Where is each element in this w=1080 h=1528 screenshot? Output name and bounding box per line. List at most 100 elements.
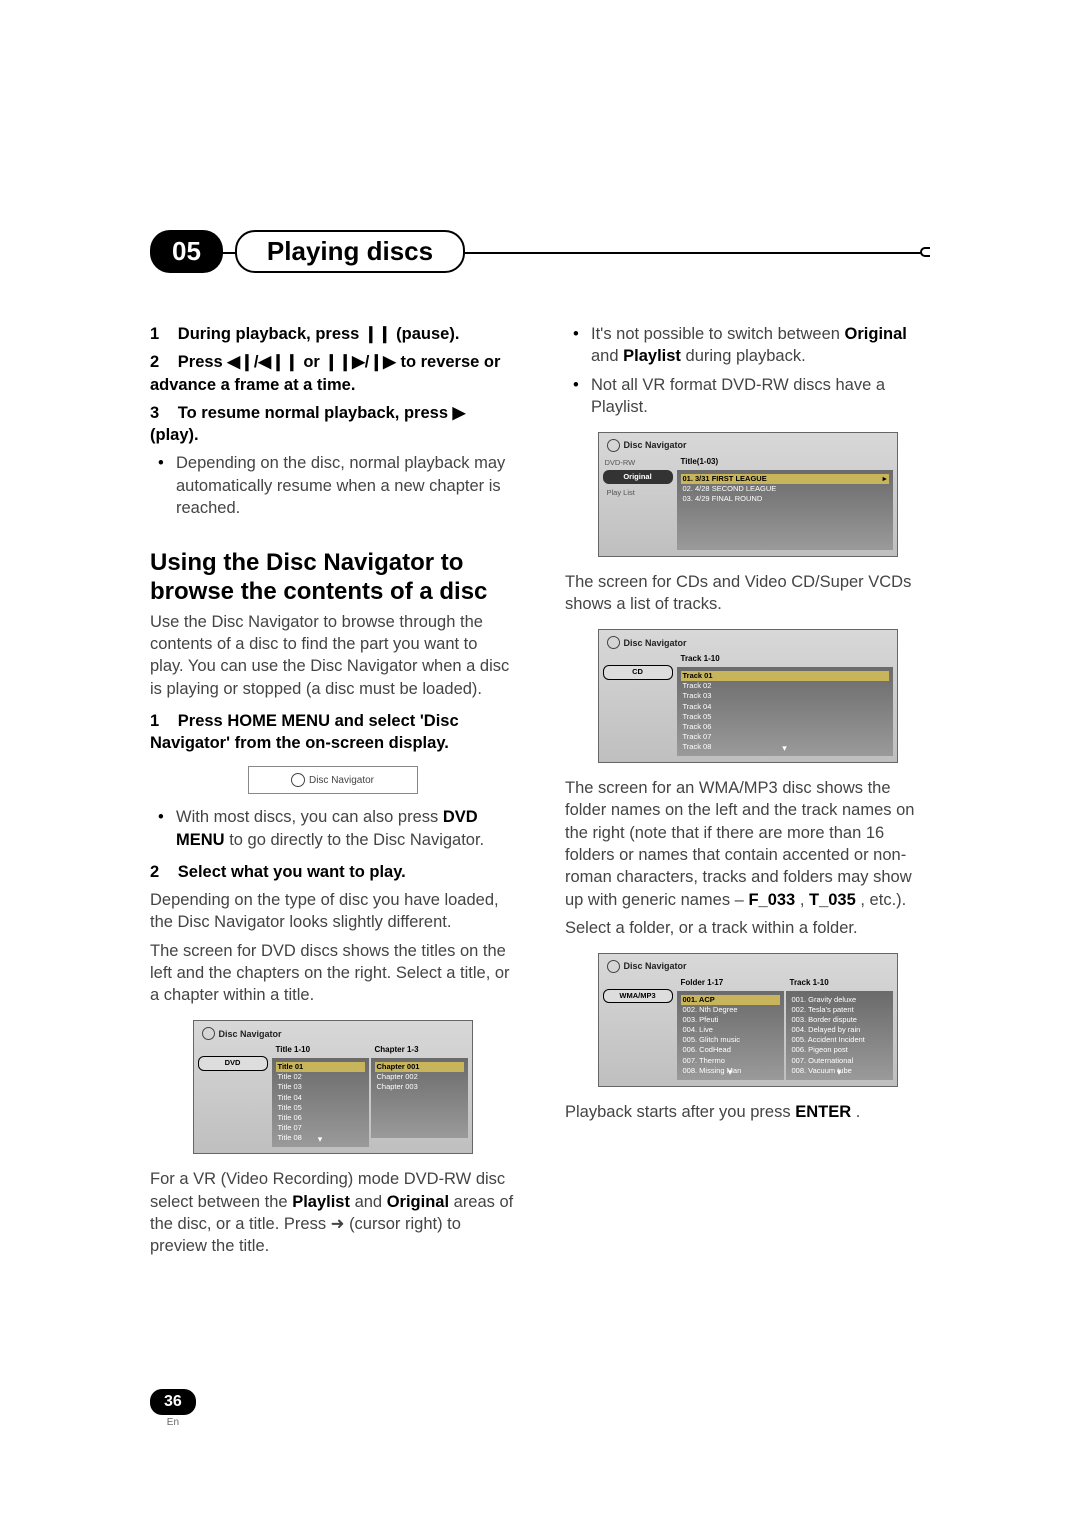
note-item: It's not possible to switch between Orig…	[591, 323, 930, 368]
list-item: Chapter 002	[375, 1072, 464, 1082]
body-text: ,	[800, 891, 809, 909]
screenshot-left-pane: DVD-RW Original Play List	[603, 456, 673, 550]
list-item: 003. Border dispute	[790, 1015, 889, 1025]
enter-note: Playback starts after you press ENTER .	[565, 1101, 930, 1123]
body-text: The screen for DVD discs shows the title…	[150, 940, 515, 1007]
manual-page: 05 Playing discs 1 During playback, pres…	[0, 0, 1080, 1263]
body-text: , etc.).	[860, 891, 906, 909]
body-text: It's not possible to switch between	[591, 325, 845, 343]
chapters-column: Chapter 1-3 Chapter 001Chapter 002Chapte…	[371, 1044, 468, 1147]
list-item: Track 03	[681, 691, 889, 701]
step-number: 1	[150, 325, 159, 343]
list-item: 001. ACP	[681, 995, 780, 1005]
bold-term: T_035	[809, 891, 856, 909]
list-item: Title 01	[276, 1062, 365, 1072]
list-item: 001. Gravity deluxe	[790, 995, 889, 1005]
list-item: 005. Accident Incident	[790, 1035, 889, 1045]
section-heading: Using the Disc Navigator to browse the c…	[150, 549, 515, 607]
nav-step-1-note-list: With most discs, you can also press DVD …	[150, 806, 515, 851]
body-text: and	[591, 347, 623, 365]
screenshot-main-pane: Track 1-10 Track 01Track 02Track 03Track…	[677, 653, 893, 756]
list-item: 002. Tesla's patent	[790, 1005, 889, 1015]
list-item: Title 06	[276, 1113, 365, 1123]
list-item: Title 03	[276, 1082, 365, 1092]
left-column: 1 During playback, press ❙❙ (pause). 2 P…	[150, 323, 515, 1263]
list-item: 007. Outernational	[790, 1056, 889, 1066]
list-item: Track 07	[681, 732, 889, 742]
note-item: Not all VR format DVD-RW discs have a Pl…	[591, 374, 930, 419]
bold-term: Original	[387, 1193, 449, 1211]
scroll-down-icon: ▾	[837, 1066, 842, 1078]
scroll-down-icon: ▾	[782, 742, 787, 754]
chapter-list: Chapter 001Chapter 002Chapter 003	[371, 1058, 468, 1138]
list-item: Track 01	[681, 671, 889, 681]
title-list: 01. 3/31 FIRST LEAGUE ▸02. 4/28 SECOND L…	[677, 470, 893, 550]
bold-term: Playlist	[292, 1193, 350, 1211]
step-text: During playback, press ❙❙ (pause).	[178, 325, 460, 343]
screenshot-left-pane: CD	[603, 653, 673, 756]
mode-label-playlist: Play List	[603, 484, 673, 498]
tracks-column: Track 1-10 001. Gravity deluxe002. Tesla…	[786, 977, 893, 1080]
note-item: Depending on the disc, normal playback m…	[176, 452, 515, 519]
list-item: 004. Live	[681, 1025, 780, 1035]
screenshot-main-pane: Title(1-03) 01. 3/31 FIRST LEAGUE ▸02. 4…	[677, 456, 893, 550]
step-3: 3 To resume normal playback, press ▶ (pl…	[150, 402, 515, 447]
screenshot-title: Disc Navigator	[599, 437, 897, 456]
track-list: Track 01Track 02Track 03Track 04Track 05…	[677, 667, 893, 756]
list-item: Track 05	[681, 712, 889, 722]
disc-type-tag: WMA/MP3	[603, 989, 673, 1003]
body-text: .	[856, 1103, 861, 1121]
list-item: Chapter 001	[375, 1062, 464, 1072]
list-item: Track 02	[681, 681, 889, 691]
screenshot-dvdrw-navigator: Disc Navigator DVD-RW Original Play List…	[598, 432, 898, 557]
vr-note: For a VR (Video Recording) mode DVD-RW d…	[150, 1168, 515, 1257]
list-item: 01. 3/31 FIRST LEAGUE ▸	[681, 474, 889, 484]
mp3-paragraph: The screen for an WMA/MP3 disc shows the…	[565, 777, 930, 911]
scroll-down-icon: ▾	[318, 1133, 323, 1145]
bold-term: Playlist	[623, 347, 681, 365]
list-item: 02. 4/28 SECOND LEAGUE	[681, 484, 889, 494]
list-item: 002. Nth Degree	[681, 1005, 780, 1015]
nav-step-1: 1 Press HOME MENU and select 'Disc Navig…	[150, 710, 515, 755]
step-number: 1	[150, 712, 159, 730]
language-code: En	[150, 1417, 196, 1428]
list-item: 007. Thermo	[681, 1056, 780, 1066]
list-item: Title 02	[276, 1072, 365, 1082]
titles-column: Title 1-10 Title 01Title 02Title 03Title…	[272, 1044, 369, 1147]
list-item: Title 07	[276, 1123, 365, 1133]
list-item: 003. Pfeuti	[681, 1015, 780, 1025]
page-number-badge: 36 En	[150, 1389, 196, 1428]
folders-column: Folder 1-17 001. ACP002. Nth Degree003. …	[677, 977, 784, 1080]
body-text: Select a folder, or a track within a fol…	[565, 917, 930, 939]
list-item: 006. Pigeon post	[790, 1045, 889, 1055]
scroll-down-icon: ▾	[728, 1066, 733, 1078]
nav-step-2: 2 Select what you want to play.	[150, 861, 515, 883]
folder-list: 001. ACP002. Nth Degree003. Pfeuti004. L…	[677, 991, 784, 1080]
right-column: It's not possible to switch between Orig…	[565, 323, 930, 1263]
note-text: to go directly to the Disc Navigator.	[229, 831, 484, 849]
track-list: 001. Gravity deluxe002. Tesla's patent00…	[786, 991, 893, 1080]
note-item: With most discs, you can also press DVD …	[176, 806, 515, 851]
bold-term: ENTER	[795, 1103, 851, 1121]
list-item: 006. CodHead	[681, 1045, 780, 1055]
list-item: Title 04	[276, 1093, 365, 1103]
screenshot-left-pane: WMA/MP3	[603, 977, 673, 1080]
screenshot-title: Disc Navigator	[194, 1025, 472, 1044]
body-text: Depending on the type of disc you have l…	[150, 889, 515, 934]
column-header: Track 1-10	[677, 653, 893, 667]
disc-type-tag: DVD	[198, 1056, 268, 1070]
list-item: Title 05	[276, 1103, 365, 1113]
screenshot-title: Disc Navigator	[599, 958, 897, 977]
list-item: 004. Delayed by rain	[790, 1025, 889, 1035]
disc-type-tag: CD	[603, 665, 673, 679]
body-text: The screen for an WMA/MP3 disc shows the…	[565, 779, 914, 908]
step-number: 2	[150, 863, 159, 881]
step-text: Press HOME MENU and select 'Disc Navigat…	[150, 712, 459, 752]
column-header: Chapter 1-3	[371, 1044, 468, 1058]
step-1: 1 During playback, press ❙❙ (pause).	[150, 323, 515, 345]
disc-navigator-label: Disc Navigator	[309, 774, 374, 788]
list-item: 03. 4/29 FINAL ROUND	[681, 494, 889, 504]
disc-navigator-button-graphic: Disc Navigator	[248, 766, 418, 794]
step-text: Press ◀❙/◀❙❙ or ❙❙▶/❙▶ to reverse or adv…	[150, 353, 500, 393]
column-header: Title(1-03)	[677, 456, 893, 470]
